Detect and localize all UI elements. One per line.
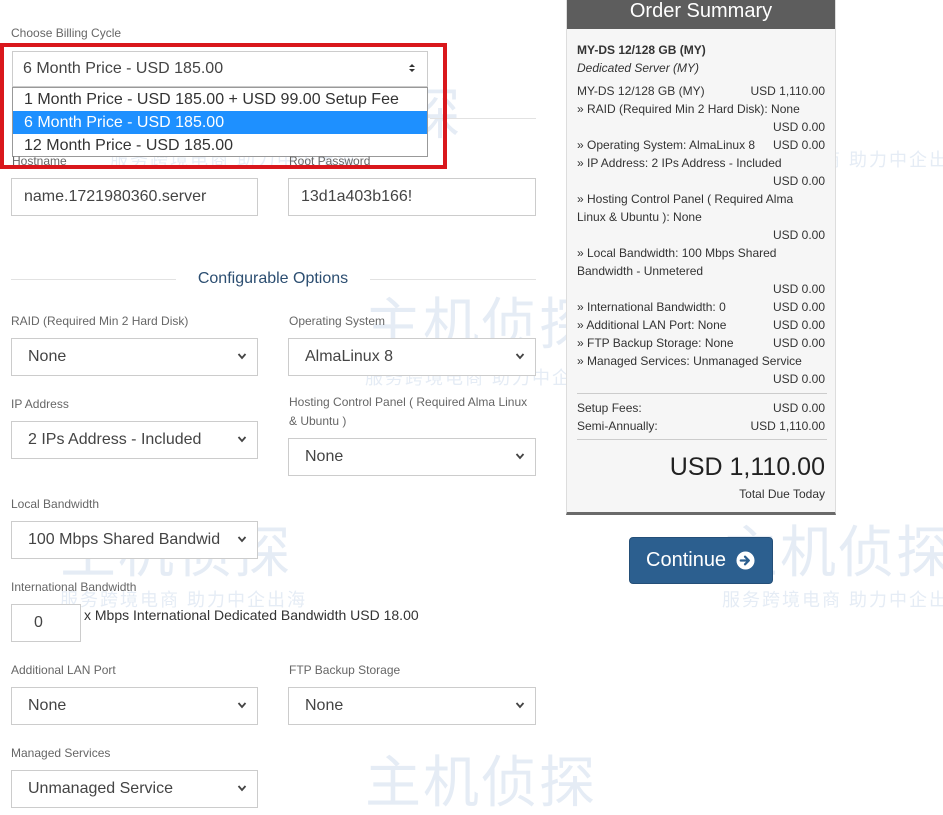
ftp-backup-select[interactable]: None <box>288 687 536 725</box>
continue-button[interactable]: Continue <box>629 537 773 584</box>
setup-fees-label: Setup Fees: <box>577 401 642 415</box>
summary-line-text: » Hosting Control Panel ( Required Alma <box>577 192 794 206</box>
summary-line-price: USD 0.00 <box>772 120 825 134</box>
summary-line-price: USD 0.00 <box>772 318 825 332</box>
watermark-logo: 主机侦探 <box>365 751 597 814</box>
total-due-label: Total Due Today <box>739 487 825 501</box>
local-bandwidth-select[interactable]: 100 Mbps Shared Bandwid <box>11 521 258 559</box>
summary-line-text: » International Bandwidth: 0 <box>577 300 726 314</box>
root-password-value: 13d1a403b166! <box>301 188 413 205</box>
summary-product-name: MY-DS 12/128 GB (MY) <box>577 43 706 57</box>
lan-port-value: None <box>28 697 67 714</box>
summary-line-text-cont: Bandwidth - Unmetered <box>577 264 704 278</box>
summary-line-price: USD 0.00 <box>772 336 825 350</box>
summary-line-text: » Operating System: AlmaLinux 8 <box>577 138 756 152</box>
ftp-backup-label: FTP Backup Storage <box>289 663 401 677</box>
root-password-field[interactable]: 13d1a403b166! <box>288 178 536 216</box>
lan-port-select[interactable]: None <box>11 687 258 725</box>
semi-annually-value: USD 1,110.00 <box>750 419 826 433</box>
total-amount: USD 1,110.00 <box>669 453 825 481</box>
hostname-label: Hostname <box>12 154 67 166</box>
summary-line-price: USD 0.00 <box>772 282 825 296</box>
billing-option-6-month[interactable]: 6 Month Price - USD 185.00 <box>13 111 427 134</box>
summary-line-text: MY-DS 12/128 GB (MY) <box>577 84 705 98</box>
summary-product-group: Dedicated Server (MY) <box>577 61 700 75</box>
international-bandwidth-value: 0 <box>34 614 43 631</box>
os-label: Operating System <box>289 314 386 328</box>
os-select[interactable]: AlmaLinux 8 <box>288 338 536 376</box>
hostname-field[interactable]: name.1721980360.server <box>11 178 258 216</box>
managed-services-label: Managed Services <box>11 746 111 760</box>
summary-line-text: » Managed Services: Unmanaged Service <box>577 354 802 368</box>
root-password-label: Root Password <box>289 154 371 166</box>
divider <box>577 439 827 440</box>
continue-label: Continue <box>646 549 727 571</box>
divider <box>11 279 176 280</box>
configurable-options-title: Configurable Options <box>197 270 349 287</box>
divider <box>577 393 827 394</box>
local-bandwidth-label: Local Bandwidth <box>11 497 100 511</box>
os-value: AlmaLinux 8 <box>305 348 394 365</box>
divider <box>370 279 536 280</box>
hostname-value: name.1721980360.server <box>24 188 207 205</box>
summary-line-text: » RAID (Required Min 2 Hard Disk): None <box>577 102 800 116</box>
summary-line-price: USD 0.00 <box>772 138 825 152</box>
summary-line-text-cont: Linux & Ubuntu ): None <box>577 210 702 224</box>
billing-cycle-label: Choose Billing Cycle <box>11 26 122 40</box>
ip-label: IP Address <box>11 397 69 411</box>
summary-line-text: » FTP Backup Storage: None <box>577 336 734 350</box>
international-bandwidth-text: x Mbps International Dedicated Bandwidth… <box>84 607 419 623</box>
summary-line-text: » Local Bandwidth: 100 Mbps Shared <box>577 246 777 260</box>
billing-cycle-select[interactable]: 6 Month Price - USD 185.00 <box>12 51 428 87</box>
raid-label: RAID (Required Min 2 Hard Disk) <box>11 314 189 328</box>
chevron-down-icon <box>237 353 247 360</box>
chevron-down-icon <box>515 453 525 460</box>
billing-option-1-month[interactable]: 1 Month Price - USD 185.00 + USD 99.00 S… <box>13 88 427 111</box>
summary-line-text: » IP Address: 2 IPs Address - Included <box>577 156 782 170</box>
arrow-right-circle-icon <box>736 551 755 570</box>
managed-services-select[interactable]: Unmanaged Service <box>11 770 258 808</box>
hosting-control-panel-select[interactable]: None <box>288 438 536 476</box>
international-bandwidth-label: International Bandwidth <box>11 580 137 594</box>
ip-value: 2 IPs Address - Included <box>28 431 202 448</box>
billing-cycle-selected: 6 Month Price - USD 185.00 <box>23 60 224 77</box>
chevron-down-icon <box>237 536 247 543</box>
summary-line-price: USD 0.00 <box>772 300 825 314</box>
lan-port-label: Additional LAN Port <box>11 663 116 677</box>
chevron-down-icon <box>237 702 247 709</box>
order-summary-title: Order Summary <box>567 0 835 29</box>
watermark-slogan: 服务跨境电商 助力中企出海 <box>722 590 943 610</box>
semi-annually-label: Semi-Annually: <box>577 419 658 433</box>
chevron-down-icon <box>515 353 525 360</box>
billing-cycle-options: 1 Month Price - USD 185.00 + USD 99.00 S… <box>12 87 428 157</box>
managed-services-value: Unmanaged Service <box>28 780 173 797</box>
chevron-down-icon <box>515 702 525 709</box>
summary-line-price: USD 1,110.00 <box>750 84 826 98</box>
local-bandwidth-value: 100 Mbps Shared Bandwid <box>28 531 221 548</box>
chevron-down-icon <box>237 785 247 792</box>
summary-line-price: USD 0.00 <box>772 228 825 242</box>
summary-line-price: USD 0.00 <box>772 174 825 188</box>
chevron-down-icon <box>237 436 247 443</box>
ip-select[interactable]: 2 IPs Address - Included <box>11 421 258 459</box>
raid-value: None <box>28 348 67 365</box>
setup-fees-value: USD 0.00 <box>772 401 825 415</box>
order-summary: Order Summary MY-DS 12/128 GB (MY) Dedic… <box>566 0 836 515</box>
ftp-backup-value: None <box>305 697 344 714</box>
sort-arrows-icon <box>409 64 415 72</box>
hosting-control-panel-label: Hosting Control Panel ( Required Alma Li… <box>289 395 528 428</box>
hosting-control-panel-value: None <box>305 448 344 465</box>
international-bandwidth-input[interactable]: 0 <box>11 604 81 642</box>
raid-select[interactable]: None <box>11 338 258 376</box>
summary-line-text: » Additional LAN Port: None <box>577 318 727 332</box>
summary-line-price: USD 0.00 <box>772 372 825 386</box>
